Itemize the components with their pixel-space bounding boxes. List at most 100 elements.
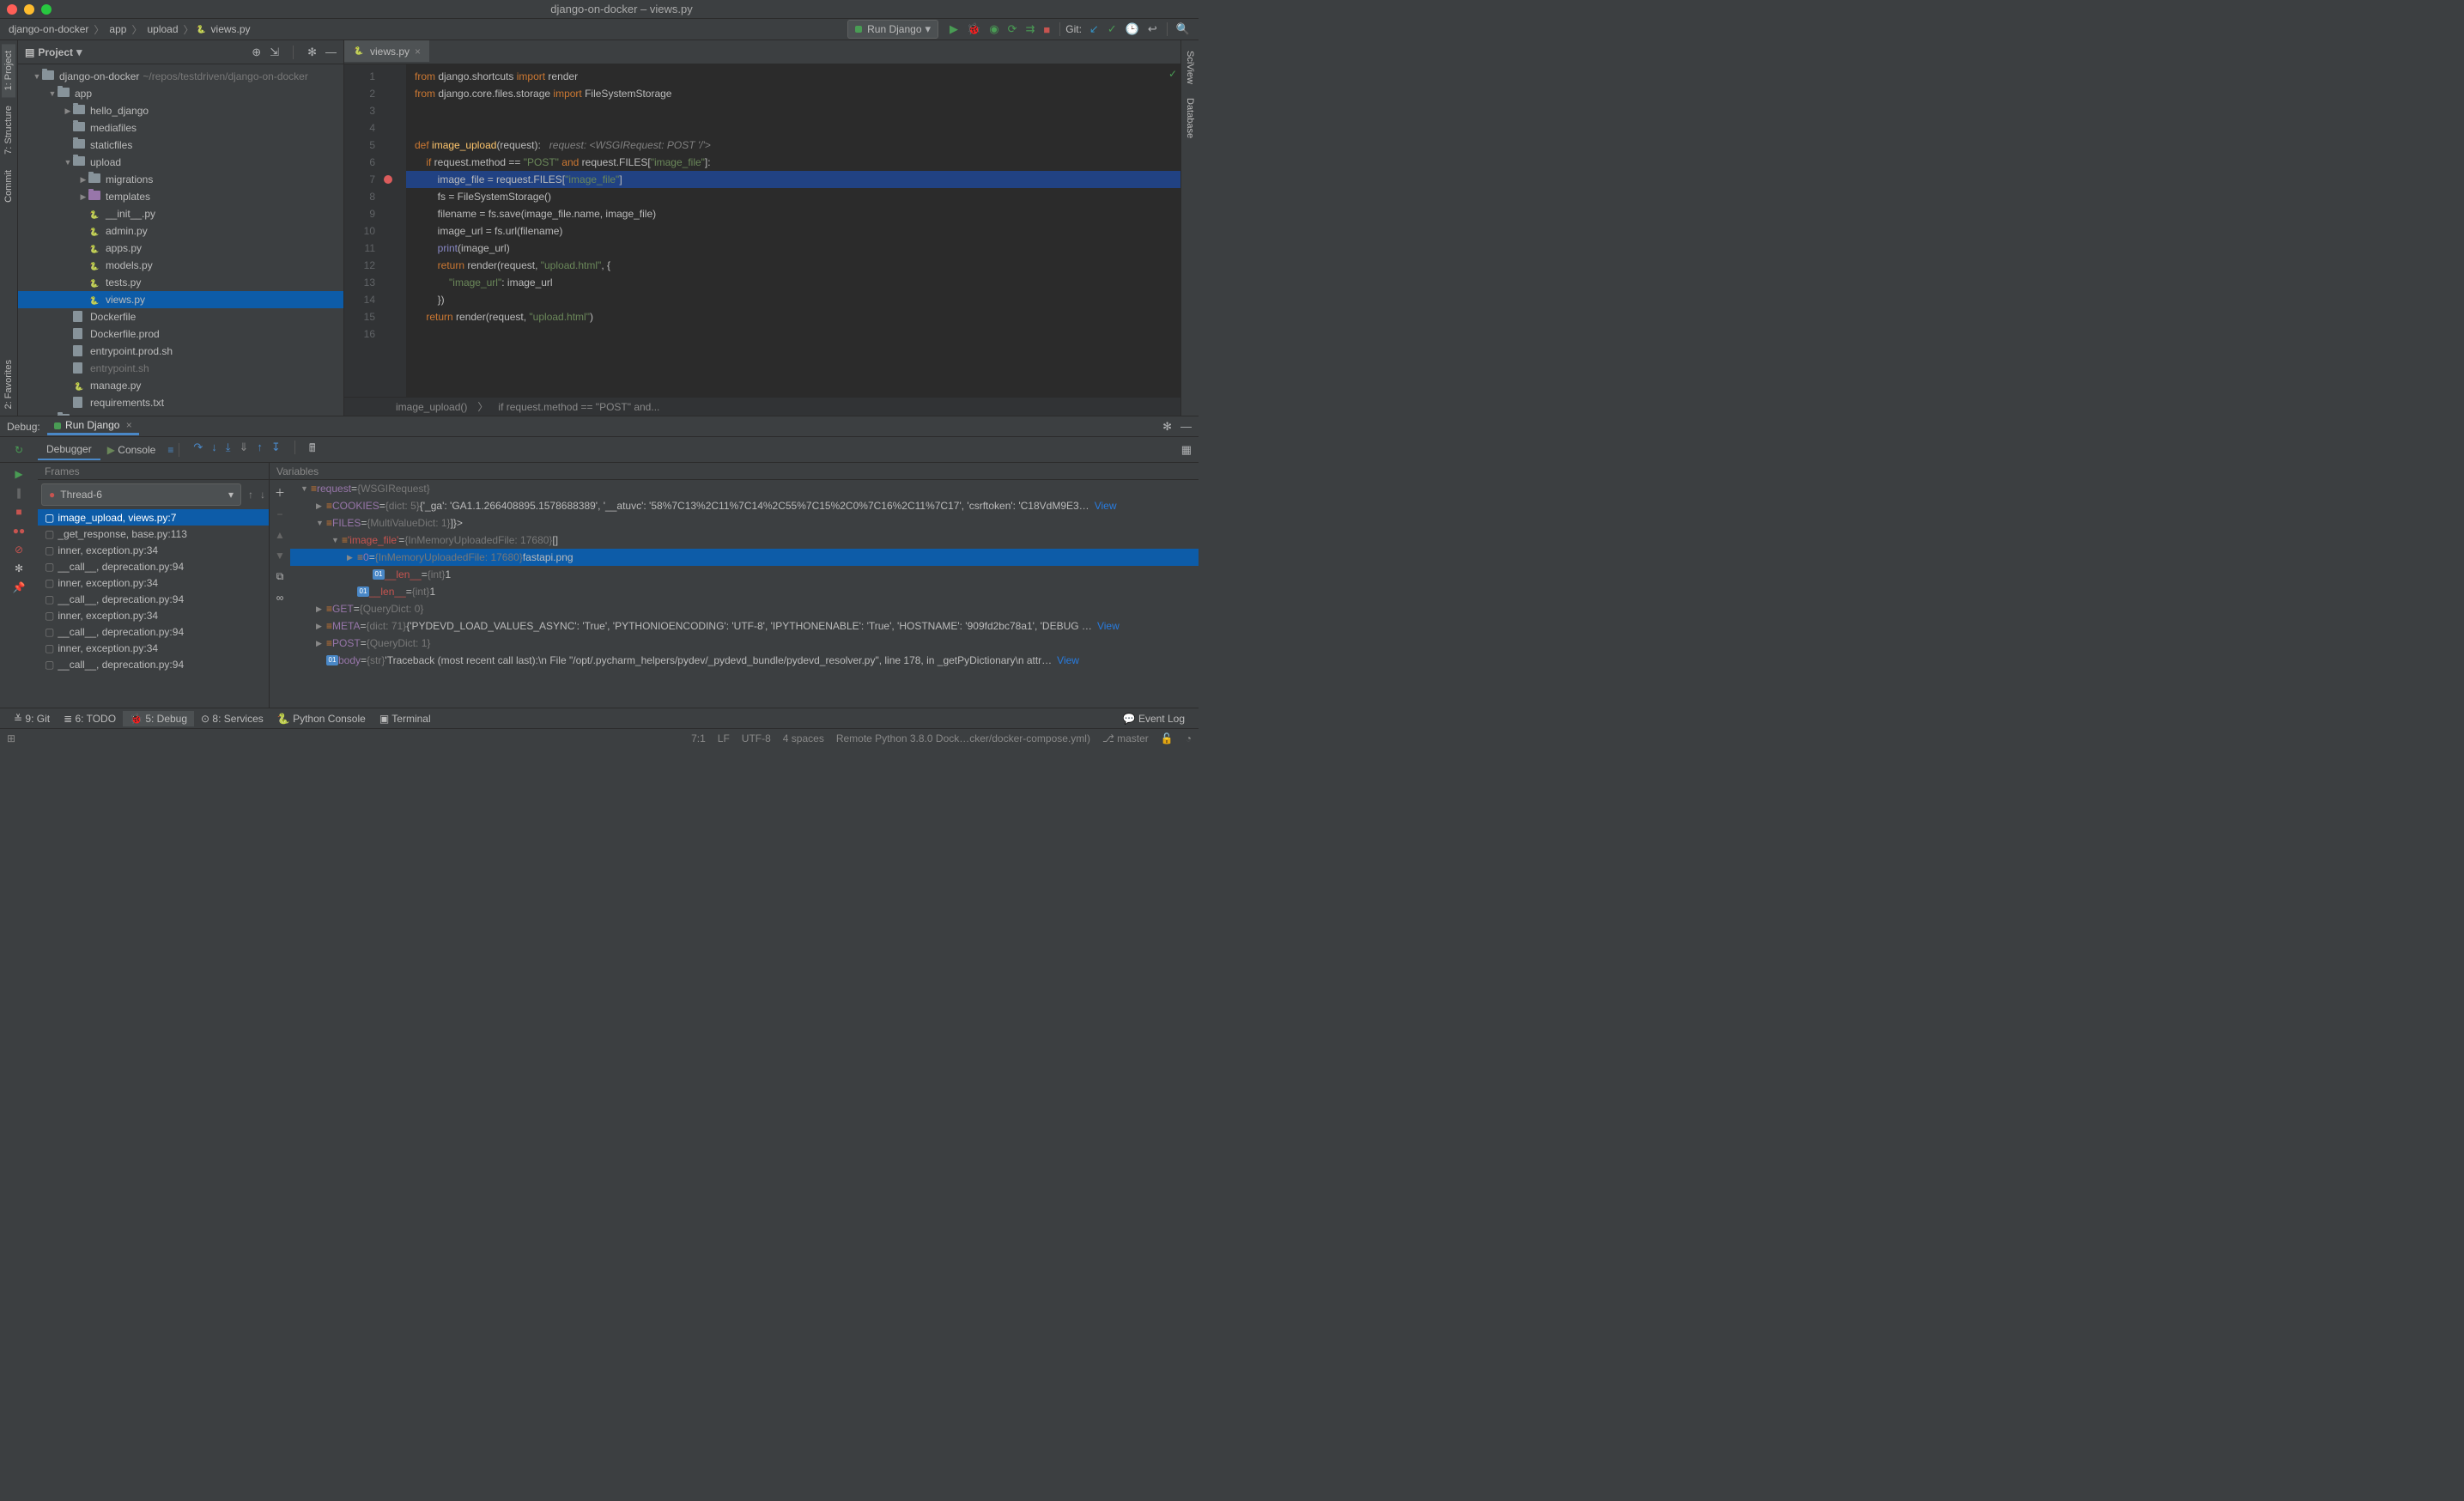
force-step-into-icon[interactable]: ⇓ [240, 441, 249, 459]
step-over-icon[interactable]: ↷ [193, 441, 203, 459]
hide-icon[interactable]: — [1180, 420, 1192, 434]
tool-tab-structure[interactable]: 7: Structure [2, 99, 15, 161]
step-into-icon[interactable]: ↓ [211, 441, 217, 459]
crumb-0[interactable]: django-on-docker [5, 23, 92, 35]
crumb-1[interactable]: app [106, 23, 130, 35]
debugger-tab[interactable]: Debugger [38, 440, 100, 460]
tab-views-py[interactable]: 🐍 views.py × [344, 40, 429, 64]
bottom-tab-git[interactable]: ≚ 9: Git [7, 711, 57, 726]
bottom-tab-todo[interactable]: ≣ 6: TODO [57, 711, 123, 726]
frame-row[interactable]: ▢__call__, deprecation.py:94 [38, 623, 269, 640]
code-body[interactable]: from django.shortcuts import renderfrom … [406, 64, 1180, 397]
editor-breadcrumbs[interactable]: image_upload() 〉 if request.method == "P… [344, 397, 1180, 416]
console-tab[interactable]: ▶ Console [100, 441, 163, 459]
step-out-icon[interactable]: ↑ [257, 441, 263, 459]
frame-row[interactable]: ▢inner, exception.py:34 [38, 542, 269, 558]
bottom-tab-debug[interactable]: 🐞 5: Debug [123, 711, 194, 726]
pin-icon[interactable]: 📌 [13, 581, 26, 593]
history-icon[interactable]: 🕒 [1126, 22, 1139, 36]
tree-row[interactable]: ▼ app [18, 85, 343, 102]
tree-row[interactable]: 🐍 models.py [18, 257, 343, 274]
frame-row[interactable]: ▢_get_response, base.py:113 [38, 526, 269, 542]
variable-row[interactable]: ▶ ≡ POST = {QueryDict: 1} [290, 635, 1199, 652]
variable-row[interactable]: 01 __len__ = {int} 1 [290, 566, 1199, 583]
frame-row[interactable]: ▢__call__, deprecation.py:94 [38, 591, 269, 607]
tool-tab-database[interactable]: Database [1183, 91, 1197, 145]
analysis-ok-icon[interactable]: ✓ [1168, 68, 1177, 80]
ed-crumb-1[interactable]: if request.method == "POST" and... [498, 401, 659, 413]
search-icon[interactable]: 🔍 [1176, 22, 1190, 36]
hide-icon[interactable]: — [325, 46, 337, 59]
run-icon[interactable]: ▶ [950, 22, 958, 36]
tool-tab-commit[interactable]: Commit [2, 163, 15, 210]
bottom-tab-services[interactable]: ⊙ 8: Services [194, 711, 270, 726]
tool-tab-project[interactable]: 1: Project [2, 44, 15, 97]
minimize-window-btn[interactable] [24, 4, 34, 15]
tool-tab-favorites[interactable]: 2: Favorites [2, 353, 15, 416]
profile-icon[interactable]: ⟳ [1008, 22, 1017, 36]
bottom-tab-terminal[interactable]: ▣ Terminal [373, 711, 438, 726]
variable-row[interactable]: ▶ ≡ GET = {QueryDict: 0} [290, 600, 1199, 617]
frame-row[interactable]: ▢__call__, deprecation.py:94 [38, 558, 269, 574]
coverage-icon[interactable]: ◉ [989, 22, 998, 36]
copy-icon[interactable]: ⧉ [276, 570, 284, 583]
stop-icon[interactable]: ■ [1043, 23, 1050, 36]
rerun-icon[interactable]: ↻ [0, 444, 38, 456]
frame-row[interactable]: ▢inner, exception.py:34 [38, 607, 269, 623]
tree-row[interactable]: Dockerfile [18, 308, 343, 325]
expand-icon[interactable]: ⇲ [270, 46, 279, 59]
mute-breakpoints-icon[interactable]: ⊘ [15, 544, 23, 556]
prev-frame-icon[interactable]: ↑ [245, 489, 257, 501]
git-branch[interactable]: ⎇ master [1102, 732, 1149, 744]
close-icon[interactable]: × [126, 419, 132, 431]
down-icon[interactable]: ▼ [275, 550, 285, 562]
tree-row[interactable]: ▼ upload [18, 154, 343, 171]
locate-icon[interactable]: ⊕ [252, 46, 261, 59]
variable-row[interactable]: 01 __len__ = {int} 1 [290, 583, 1199, 600]
rollback-icon[interactable]: ↩ [1148, 22, 1157, 36]
run-to-cursor-icon[interactable]: ↧ [271, 441, 281, 459]
tree-row[interactable]: staticfiles [18, 137, 343, 154]
watches-icon[interactable]: ∞ [276, 592, 284, 604]
tool-tab-sciview[interactable]: SciView [1183, 44, 1197, 91]
next-frame-icon[interactable]: ↓ [257, 489, 269, 501]
frames-list[interactable]: ▢image_upload, views.py:7▢_get_response,… [38, 509, 269, 708]
interpreter[interactable]: Remote Python 3.8.0 Dock…cker/docker-com… [836, 732, 1090, 744]
close-tab-icon[interactable]: × [415, 46, 421, 58]
threads-icon[interactable]: ≡ [167, 444, 173, 456]
layout-settings-icon[interactable]: ▦ [1181, 443, 1192, 457]
variable-row[interactable]: ▼ ≡ request = {WSGIRequest} [290, 480, 1199, 497]
variable-row[interactable]: ▼ ≡ FILES = {MultiValueDict: 1} ]}> [290, 514, 1199, 532]
thread-selector[interactable]: ● Thread-6 ▾ [41, 483, 241, 506]
zoom-window-btn[interactable] [41, 4, 52, 15]
stop-icon[interactable]: ■ [15, 506, 21, 518]
debug-icon[interactable]: 🐞 [967, 22, 980, 36]
settings-icon[interactable]: ✻ [15, 562, 23, 574]
tree-row[interactable]: ▶ hello_django [18, 102, 343, 119]
variable-row[interactable]: ▶ ≡ 0 = {InMemoryUploadedFile: 17680} fa… [290, 549, 1199, 566]
project-panel-title[interactable]: ▤ Project ▾ [25, 46, 82, 59]
git-commit-icon[interactable]: ✓ [1108, 22, 1117, 36]
frame-row[interactable]: ▢inner, exception.py:34 [38, 574, 269, 591]
close-window-btn[interactable] [7, 4, 17, 15]
code-editor[interactable]: 12345678910111213141516 from django.shor… [344, 64, 1180, 397]
step-into-my-icon[interactable]: ⤓ [226, 441, 231, 459]
tree-row[interactable]: ▶ migrations [18, 171, 343, 188]
event-log-tab[interactable]: 💬 Event Log [1116, 711, 1192, 726]
frame-row[interactable]: ▢inner, exception.py:34 [38, 640, 269, 656]
show-tool-windows-icon[interactable]: ⊞ [7, 732, 15, 744]
frame-row[interactable]: ▢image_upload, views.py:7 [38, 509, 269, 526]
tree-row[interactable]: entrypoint.prod.sh [18, 343, 343, 360]
tree-row[interactable]: 🐍 tests.py [18, 274, 343, 291]
project-tree[interactable]: ▼ django-on-docker~/repos/testdriven/dja… [18, 64, 343, 416]
resume-icon[interactable]: ▶ [15, 468, 22, 480]
run-configuration-selector[interactable]: Run Django ▾ [847, 20, 938, 39]
tree-row[interactable]: 🐍 views.py [18, 291, 343, 308]
variables-tree[interactable]: ▼ ≡ request = {WSGIRequest} ▶ ≡ COOKIES … [290, 480, 1199, 708]
tree-row[interactable]: 🐍 admin.py [18, 222, 343, 240]
breakpoint-gutter[interactable] [382, 64, 394, 397]
variable-row[interactable]: ▶ ≡ META = {dict: 71} {'PYDEVD_LOAD_VALU… [290, 617, 1199, 635]
debug-run-tab[interactable]: Run Django × [47, 417, 139, 435]
variable-row[interactable]: 01 body = {str} 'Traceback (most recent … [290, 652, 1199, 669]
tree-row[interactable]: ▼ django-on-docker~/repos/testdriven/dja… [18, 68, 343, 85]
